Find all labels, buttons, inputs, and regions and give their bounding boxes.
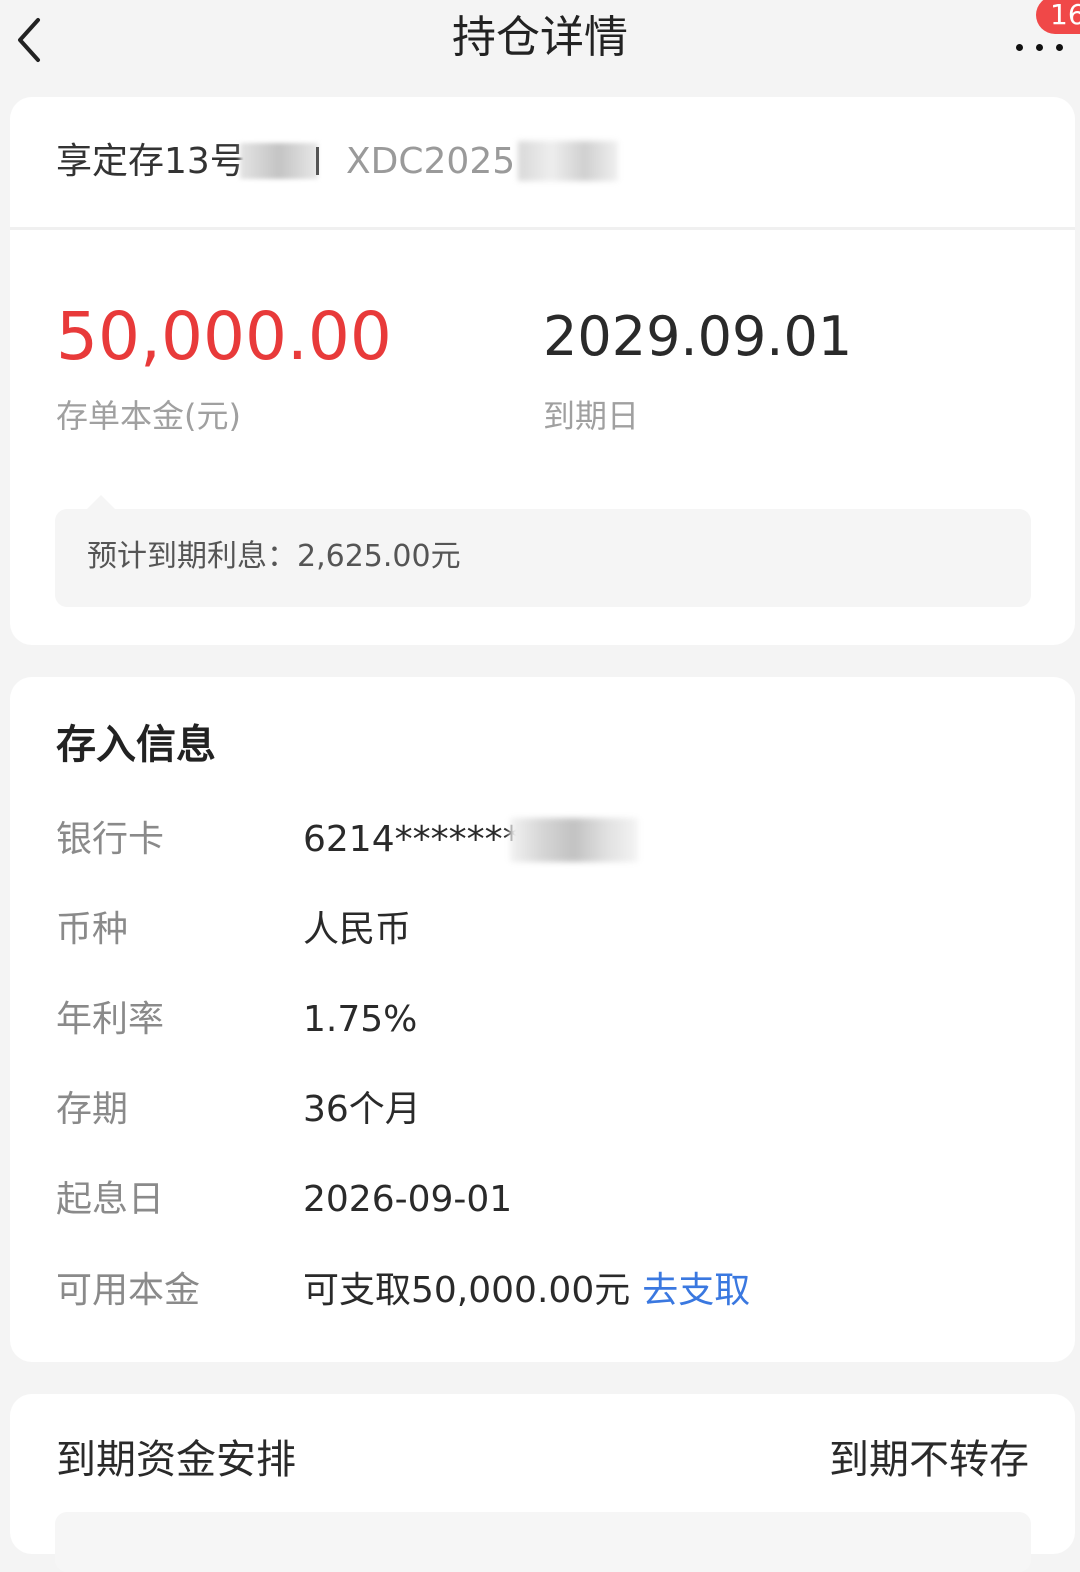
bank-card-label: 银行卡: [56, 819, 165, 860]
principal-amount: 50,000.00: [56, 298, 392, 375]
start-date-row: 起息日 2026-09-01: [10, 1170, 1075, 1230]
more-options-icon[interactable]: [1016, 36, 1076, 51]
maturity-date: 2029.09.01: [543, 305, 853, 368]
arrangement-value[interactable]: 到期不转存: [829, 1432, 1029, 1488]
currency-row: 币种 人民币: [10, 900, 1075, 960]
bank-card-row: 银行卡 6214*******: [10, 810, 1075, 870]
maturity-arrangement-card[interactable]: 到期资金安排 到期不转存: [10, 1394, 1075, 1572]
withdraw-link[interactable]: 去支取: [642, 1270, 750, 1311]
arrangement-detail-box: [55, 1512, 1031, 1572]
term-row: 存期 36个月: [10, 1080, 1075, 1140]
start-date-value: 2026-09-01: [303, 1179, 513, 1220]
redacted-product-code: [518, 141, 618, 181]
maturity-label: 到期日: [543, 397, 640, 435]
annual-rate-value: 1.75%: [303, 999, 418, 1040]
arrangement-title: 到期资金安排: [56, 1437, 296, 1483]
redacted-card-number: [510, 818, 638, 862]
term-value: 36个月: [303, 1089, 421, 1130]
currency-label: 币种: [56, 909, 129, 950]
expected-interest-box: 预计到期利息：2,625.00元: [55, 495, 1031, 607]
expected-interest-text: 预计到期利息：2,625.00元: [87, 539, 461, 574]
available-principal-row: 可用本金 可支取50,000.00元 去支取: [10, 1261, 1075, 1321]
divider: [316, 147, 319, 175]
currency-value: 人民币: [303, 909, 412, 950]
annual-rate-row: 年利率 1.75%: [10, 990, 1075, 1050]
page-title: 持仓详情: [452, 12, 628, 63]
redacted-product-suffix: [240, 143, 318, 179]
start-date-label: 起息日: [56, 1179, 165, 1220]
available-principal-label: 可用本金: [56, 1270, 201, 1311]
notification-badge: 16: [1036, 0, 1080, 34]
product-code: XDC2025: [346, 141, 516, 182]
product-row: 享定存13号 XDC2025: [10, 97, 1075, 230]
bank-card-value: 6214*******: [303, 819, 521, 860]
top-bar: 持仓详情 16: [0, 0, 1080, 80]
product-name: 享定存13号: [56, 141, 246, 182]
available-principal-value: 可支取50,000.00元: [303, 1270, 631, 1311]
term-label: 存期: [56, 1089, 129, 1130]
available-principal-value-wrap: 可支取50,000.00元 去支取: [303, 1261, 750, 1321]
principal-label: 存单本金(元): [56, 397, 241, 435]
deposit-info-card: 存入信息 银行卡 6214******* 币种 人民币 年利率 1.75% 存期…: [10, 677, 1075, 1362]
section-title: 存入信息: [56, 722, 216, 768]
holding-summary-card: 享定存13号 XDC2025 50,000.00 存单本金(元) 2029.09…: [10, 97, 1075, 645]
annual-rate-label: 年利率: [56, 999, 165, 1040]
